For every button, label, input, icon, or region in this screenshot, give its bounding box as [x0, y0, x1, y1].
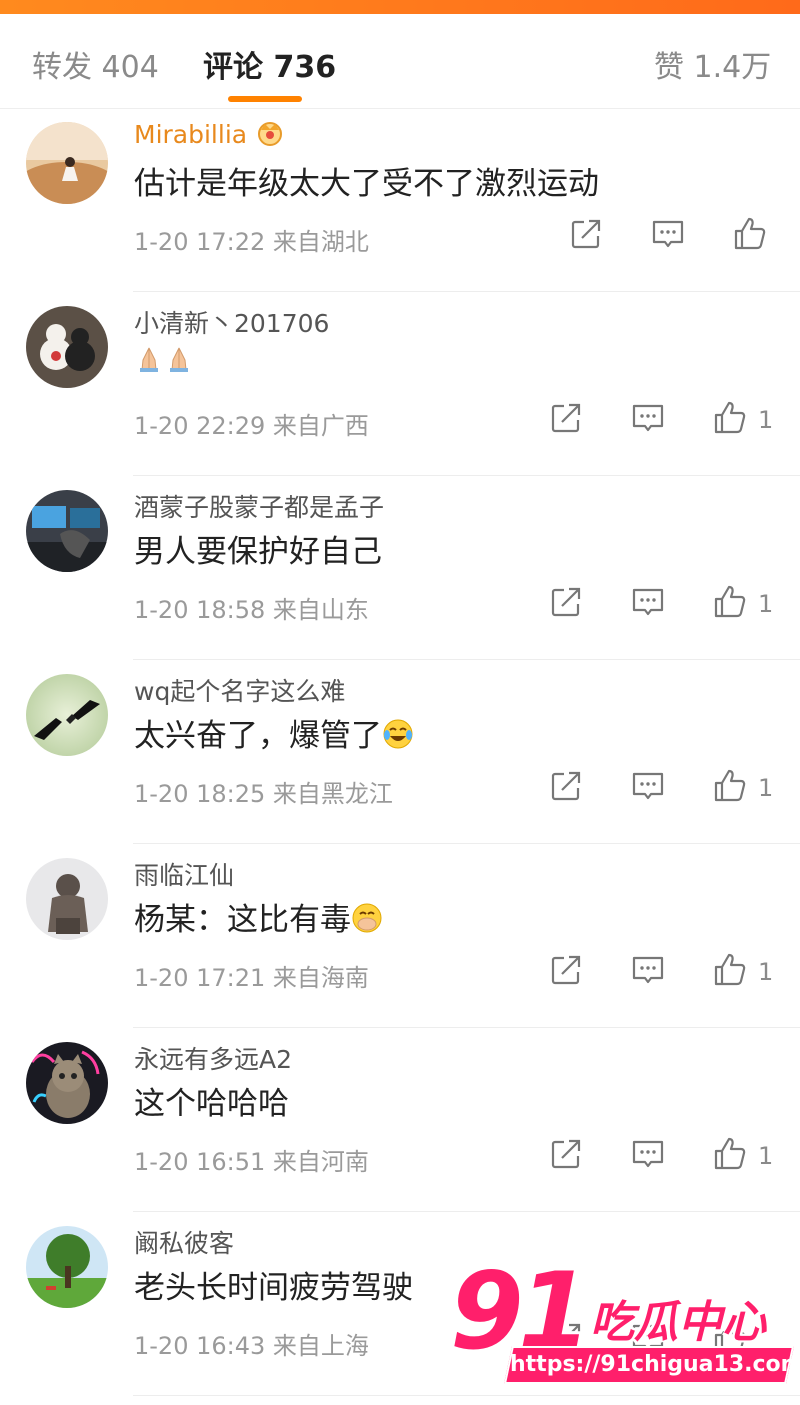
- like-icon[interactable]: [712, 400, 748, 436]
- comment-item: wq起个名字这么难 太兴奋了，爆管了 1-20 18:25 来自黑龙江 1: [0, 660, 800, 844]
- comment-text: [134, 342, 194, 382]
- username[interactable]: 小清新丶201706: [134, 304, 329, 340]
- avatar[interactable]: [26, 1226, 108, 1308]
- folded-hands-icon: [134, 344, 164, 382]
- hand-over-mouth-icon: [351, 902, 383, 942]
- repost-icon[interactable]: [548, 952, 584, 988]
- divider: [133, 1395, 800, 1396]
- comment-text: 太兴奋了，爆管了: [134, 710, 414, 758]
- like-icon[interactable]: [712, 768, 748, 804]
- watermark-url-badge: https://91chigua13.com: [503, 1346, 800, 1384]
- folded-hands-icon: [164, 344, 194, 382]
- comment-text: 估计是年级太大了受不了激烈运动: [134, 166, 599, 202]
- watermark-title: 吃瓜中心: [590, 1297, 766, 1348]
- comment-meta: 1-20 22:29 来自广西: [134, 412, 369, 440]
- avatar[interactable]: [26, 1042, 108, 1124]
- avatar[interactable]: [26, 306, 108, 388]
- username[interactable]: 永远有多远A2: [134, 1040, 292, 1076]
- active-tab-indicator: [228, 96, 302, 102]
- comment-item: 雨临江仙 杨某：这比有毒 1-20 17:21 来自海南 1: [0, 844, 800, 1028]
- comment-icon[interactable]: [630, 400, 666, 436]
- like-count: 1: [758, 774, 774, 802]
- repost-icon[interactable]: [568, 216, 604, 252]
- comment-icon[interactable]: [630, 1136, 666, 1172]
- comment-item: Mirabillia 估计是年级太大了受不了激烈运动 1-20 17:22 来自…: [0, 108, 800, 292]
- comment-item: 小清新丶201706 1-20 22:29 来自广西 1: [0, 292, 800, 476]
- watermark-logo: 91 吃瓜中心 https://91chigua13.com: [450, 1250, 800, 1395]
- comment-icon[interactable]: [630, 584, 666, 620]
- vip-crown-icon: [255, 120, 285, 146]
- username[interactable]: 雨临江仙: [134, 856, 234, 892]
- comment-meta: 1-20 16:51 来自河南: [134, 1148, 369, 1176]
- comment-text: 老头长时间疲劳驾驶: [134, 1270, 413, 1306]
- comment-item: 酒蒙子股蒙子都是孟子 男人要保护好自己 1-20 18:58 来自山东 1: [0, 476, 800, 660]
- like-icon[interactable]: [712, 1136, 748, 1172]
- username[interactable]: Mirabillia: [134, 120, 285, 149]
- like-icon[interactable]: [732, 216, 768, 252]
- comment-text: 男人要保护好自己: [134, 534, 382, 570]
- repost-icon[interactable]: [548, 584, 584, 620]
- comment-text: 这个哈哈哈: [134, 1086, 289, 1122]
- username[interactable]: wq起个名字这么难: [134, 672, 345, 708]
- comment-meta: 1-20 18:25 来自黑龙江: [134, 780, 393, 808]
- like-count: 1: [758, 958, 774, 986]
- repost-icon[interactable]: [548, 768, 584, 804]
- avatar[interactable]: [26, 122, 108, 204]
- tab-likes[interactable]: 赞 1.4万: [654, 42, 771, 86]
- avatar[interactable]: [26, 858, 108, 940]
- username[interactable]: 阚私彼客: [134, 1224, 234, 1260]
- like-count: 1: [758, 406, 774, 434]
- like-count: 1: [758, 590, 774, 618]
- like-icon[interactable]: [712, 952, 748, 988]
- avatar[interactable]: [26, 490, 108, 572]
- tab-bar: 转发 404 评论 736 赞 1.4万: [0, 14, 800, 109]
- comment-item: 永远有多远A2 这个哈哈哈 1-20 16:51 来自河南 1: [0, 1028, 800, 1212]
- crying-laughing-icon: [382, 718, 414, 758]
- avatar[interactable]: [26, 674, 108, 756]
- username[interactable]: 酒蒙子股蒙子都是孟子: [134, 488, 384, 524]
- tab-comments[interactable]: 评论 736: [203, 42, 336, 86]
- like-icon[interactable]: [712, 584, 748, 620]
- tab-reposts[interactable]: 转发 404: [32, 42, 159, 86]
- comment-meta: 1-20 18:58 来自山东: [134, 596, 369, 624]
- comment-icon[interactable]: [630, 952, 666, 988]
- comment-icon[interactable]: [650, 216, 686, 252]
- watermark-url: https://91chigua13.com: [510, 1352, 800, 1377]
- comment-icon[interactable]: [630, 768, 666, 804]
- repost-icon[interactable]: [548, 400, 584, 436]
- app-header-strip: [0, 0, 800, 14]
- comment-text: 杨某：这比有毒: [134, 894, 383, 942]
- comment-meta: 1-20 17:22 来自湖北: [134, 228, 369, 256]
- repost-icon[interactable]: [548, 1136, 584, 1172]
- like-count: 1: [758, 1142, 774, 1170]
- comment-meta: 1-20 17:21 来自海南: [134, 964, 369, 992]
- comment-meta: 1-20 16:43 来自上海: [134, 1332, 369, 1360]
